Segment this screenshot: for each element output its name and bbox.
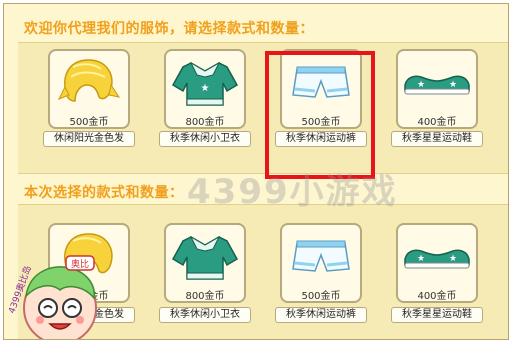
mascot-tag-label: 奥比 [71, 258, 89, 270]
selection-title: 本次选择的款式和数量： [24, 185, 184, 201]
svg-text:★: ★ [201, 83, 210, 94]
teal-hoodie-icon [171, 235, 239, 280]
item-name: 休闲阳光金色发 [43, 131, 135, 147]
item-name: 秋季休闲小卫衣 [159, 307, 251, 323]
mascot-avatar: 奥比 4399奥比岛 [6, 255, 97, 339]
catalog-panel: 500金币 休闲阳光金色发 ★ 800金币 秋季休闲小卫衣 500金币 秋季休闲… [18, 42, 508, 174]
catalog-title: 欢迎你代理我们的服饰，请选择款式和数量： [24, 21, 314, 37]
svg-text:★: ★ [417, 254, 425, 264]
item-name: 秋季星星运动鞋 [391, 131, 483, 147]
item-price: 800金币 [185, 117, 225, 128]
game-window: 欢迎你代理我们的服饰，请选择款式和数量： 500金币 休闲阳光金色发 ★ 800… [3, 3, 509, 340]
item-name: 秋季星星运动鞋 [391, 307, 483, 323]
item-price: 500金币 [301, 291, 341, 302]
item-name: 秋季休闲运动裤 [275, 307, 367, 323]
item-price: 500金币 [69, 117, 109, 128]
svg-text:★: ★ [449, 254, 457, 264]
item-price: 800金币 [185, 291, 225, 302]
star-sneakers-icon: ★ ★ [404, 75, 470, 95]
star-sneakers-icon: ★ ★ [404, 249, 470, 269]
svg-text:★: ★ [449, 80, 457, 90]
blonde-hair-icon [57, 59, 121, 102]
item-name: 秋季休闲小卫衣 [159, 131, 251, 147]
svg-text:★: ★ [417, 80, 425, 90]
watermark: 4399小游戏 [187, 172, 398, 212]
selection-highlight [265, 51, 375, 179]
teal-hoodie-icon: ★ [171, 61, 239, 106]
white-shorts-icon [292, 240, 350, 272]
item-price: 400金币 [417, 291, 457, 302]
item-price: 400金币 [417, 117, 457, 128]
